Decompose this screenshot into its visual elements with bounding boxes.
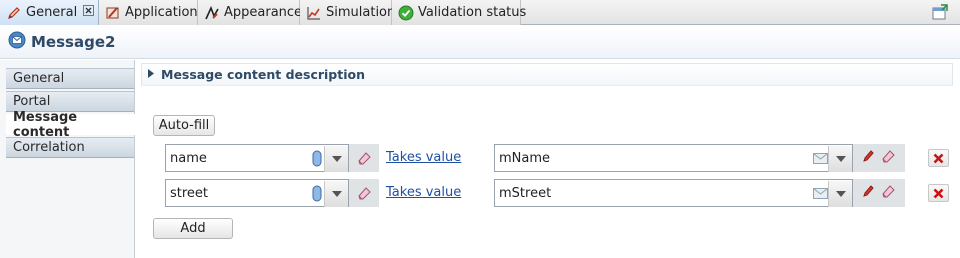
chevron-down-icon[interactable] (828, 146, 852, 172)
eraser-icon[interactable] (349, 144, 379, 172)
eraser-icon[interactable] (880, 148, 896, 168)
tab-label: General (26, 5, 78, 20)
tab-label: Appearance (224, 5, 303, 20)
expression-combo[interactable]: mName (494, 144, 853, 172)
variable-combo[interactable]: street (165, 179, 349, 207)
tab-simulation[interactable]: Simulation (300, 0, 396, 25)
chevron-down-icon[interactable] (324, 181, 348, 207)
tab-label: Simulation (326, 5, 396, 20)
remove-row-button[interactable] (928, 184, 949, 202)
nav-item-correlation[interactable]: Correlation (6, 137, 134, 158)
eraser-icon[interactable] (880, 183, 896, 203)
expand-arrow-icon[interactable] (148, 67, 154, 82)
tab-appearance[interactable]: Appearance (198, 0, 303, 25)
expression-actions (853, 179, 905, 207)
tab-application[interactable]: Application (99, 0, 198, 25)
expression-actions (853, 144, 905, 172)
pencil-icon (6, 5, 22, 21)
chevron-down-icon[interactable] (828, 181, 852, 207)
section-header[interactable]: Message content description (141, 63, 953, 86)
expression-text: mStreet (499, 185, 552, 201)
expression-text: mName (499, 150, 551, 166)
simulation-chart-icon (306, 5, 322, 21)
chevron-down-icon[interactable] (324, 146, 348, 172)
remove-row-button[interactable] (928, 149, 949, 167)
add-row-button[interactable]: Add (153, 218, 233, 239)
edit-pencil-icon[interactable] (862, 184, 874, 202)
tab-validation-status[interactable]: Validation status (392, 0, 526, 25)
section-title: Message content description (161, 67, 366, 82)
variable-type-icon (312, 150, 322, 171)
variable-name-text: street (170, 185, 209, 201)
nav-item-general[interactable]: General (6, 68, 134, 89)
variable-combo[interactable]: name (165, 144, 349, 172)
appearance-icon (204, 5, 220, 21)
tab-general[interactable]: General (0, 0, 99, 25)
envelope-icon (813, 188, 828, 203)
editor-header: Message2 (0, 26, 960, 59)
tab-label: Application (125, 5, 198, 20)
maximize-editor-icon[interactable] (931, 4, 949, 21)
delete-x-icon (933, 153, 944, 163)
takes-value-link[interactable]: Takes value (386, 185, 461, 200)
check-circle-icon (398, 5, 414, 21)
close-icon[interactable] (83, 5, 95, 20)
nav-item-message-content[interactable]: Message content (6, 110, 135, 140)
variable-type-icon (312, 185, 322, 206)
application-icon (105, 5, 121, 21)
expression-combo[interactable]: mStreet (494, 179, 853, 207)
takes-value-link[interactable]: Takes value (386, 150, 461, 165)
auto-fill-button[interactable]: Auto-fill (153, 115, 215, 136)
delete-x-icon (933, 188, 944, 198)
tab-label: Validation status (418, 5, 527, 20)
page-title: Message2 (31, 33, 116, 51)
mapping-row: name Takes value mName (165, 144, 955, 172)
property-sections-nav: General Portal Message content Correlati… (0, 60, 135, 258)
variable-name-text: name (170, 150, 207, 166)
envelope-icon (813, 153, 828, 168)
mapping-row: street Takes value mStreet (165, 179, 955, 207)
message-icon (8, 31, 26, 53)
editor-tab-bar: General Application Appearance Simulatio… (0, 0, 960, 25)
edit-pencil-icon[interactable] (862, 149, 874, 167)
eraser-icon[interactable] (349, 179, 379, 207)
